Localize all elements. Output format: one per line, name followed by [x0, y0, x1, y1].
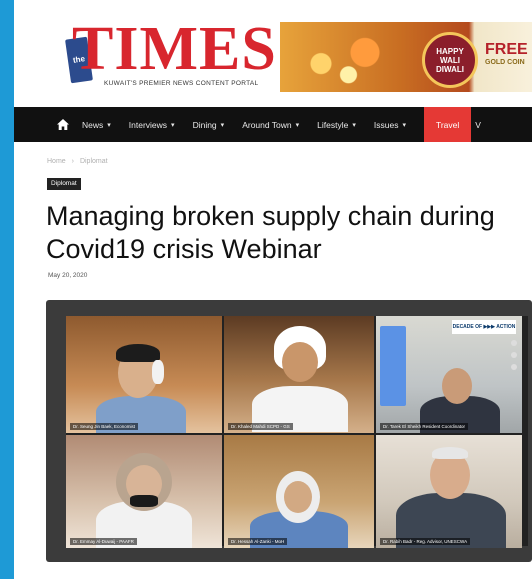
participant-tile: Dr. Hessah Al-Zanki - MoH	[224, 435, 374, 548]
nav-item-label: Travel	[435, 119, 460, 130]
nav-home[interactable]	[52, 119, 74, 130]
page: the TIMES KUWAIT'S PREMIER NEWS CONTENT …	[14, 0, 532, 579]
nav-item-truncated[interactable]: V	[475, 120, 481, 130]
logo-word: TIMES	[72, 15, 277, 83]
site-logo[interactable]: the TIMES KUWAIT'S PREMIER NEWS CONTENT …	[65, 16, 276, 94]
webinar-photo: Dr. Seung Jin Baek, Economist Dr. Khaled…	[46, 300, 532, 562]
nav-item-label: V	[475, 119, 481, 130]
breadcrumb-separator: ›	[71, 158, 74, 165]
nav-item-label: Around Town	[242, 119, 292, 130]
nav-item-label: Issues	[373, 119, 399, 130]
video-grid: Dr. Seung Jin Baek, Economist Dr. Khaled…	[66, 316, 528, 548]
nav-item-around-town[interactable]: Around Town ▾	[242, 120, 299, 130]
face-mask	[130, 495, 158, 507]
nav-item-interviews[interactable]: Interviews ▾	[129, 120, 175, 130]
article-title: Managing broken supply chain during Covi…	[46, 201, 495, 264]
participant-head	[284, 481, 312, 513]
diya-lamps-image	[288, 30, 398, 86]
participant-tile: Dr. Emmay Al-Duwaij - PAAFR	[66, 435, 222, 548]
participant-head	[282, 342, 318, 382]
participant-tile: Dr. Khaled Mahdi SCPD - GS	[224, 316, 374, 433]
meeting-side-controls[interactable]	[511, 340, 519, 370]
participant-name: Dr. Seung Jin Baek, Economist	[70, 423, 139, 430]
nav-item-label: Interviews	[128, 119, 168, 130]
main-nav: News ▾ Interviews ▾ Dining ▾ Around Town…	[14, 107, 532, 142]
participant-hair	[432, 447, 468, 459]
un-flag-image	[380, 326, 406, 406]
home-icon	[57, 119, 69, 130]
chevron-down-icon: ▾	[352, 121, 356, 129]
participant-tile: Dr. Rabih Badr - Reg. Advisor, UNESCWA	[376, 435, 522, 548]
participant-tile: Dr. Seung Jin Baek, Economist	[66, 316, 222, 433]
control-dot-icon[interactable]	[511, 352, 517, 358]
breadcrumb-home[interactable]: Home	[47, 158, 66, 165]
nav-item-news[interactable]: News ▾	[82, 120, 111, 130]
article-date: May 20, 2020	[48, 272, 88, 279]
nav-item-travel[interactable]: Travel	[423, 107, 472, 142]
nav-item-label: Lifestyle	[317, 119, 349, 130]
nav-item-lifestyle[interactable]: Lifestyle ▾	[317, 120, 356, 130]
ad-badge-line1: HAPPY	[436, 46, 464, 56]
control-dot-icon[interactable]	[511, 340, 517, 346]
participant-tile: DECADE OF ▶▶▶ ACTION Dr. Tarek El Sheikh…	[376, 316, 522, 433]
control-dot-icon[interactable]	[511, 364, 517, 370]
ad-offer-text: FREE	[485, 41, 528, 58]
participant-name: Dr. Hessah Al-Zanki - MoH	[228, 538, 288, 545]
category-badge[interactable]: Diplomat	[47, 178, 81, 190]
chevron-down-icon: ▾	[402, 121, 406, 129]
diwali-ad-banner[interactable]: HAPPY WALI DIWALI FREE GOLD COIN	[280, 22, 532, 92]
nav-item-dining[interactable]: Dining ▾	[193, 120, 225, 130]
ad-offer-sub: GOLD COIN	[485, 59, 525, 66]
participant-name: Dr. Tarek El Sheikh Resident Coordinator	[380, 423, 468, 430]
nav-item-issues[interactable]: Issues ▾	[374, 120, 406, 130]
participant-name: Dr. Emmay Al-Duwaij - PAAFR	[70, 538, 137, 545]
logo-tagline: KUWAIT'S PREMIER NEWS CONTENT PORTAL	[104, 80, 259, 87]
chevron-down-icon: ▾	[171, 121, 175, 129]
participant-name: Dr. Khaled Mahdi SCPD - GS	[228, 423, 293, 430]
nav-item-label: Dining	[192, 119, 217, 130]
chevron-down-icon: ▾	[107, 121, 111, 129]
nav-item-label: News	[82, 119, 104, 130]
participant-hair	[116, 344, 160, 362]
participant-head	[442, 368, 472, 404]
ad-badge-line3: DIWALI	[436, 64, 464, 74]
diwali-badge: HAPPY WALI DIWALI	[422, 32, 478, 88]
chevron-down-icon: ▾	[295, 121, 300, 129]
participant-name: Dr. Rabih Badr - Reg. Advisor, UNESCWA	[380, 538, 471, 545]
breadcrumb-current[interactable]: Diplomat	[80, 158, 108, 165]
decade-of-action-banner: DECADE OF ▶▶▶ ACTION	[452, 320, 516, 334]
chevron-down-icon: ▾	[220, 121, 225, 129]
breadcrumb: Home › Diplomat	[47, 158, 108, 165]
ad-offer: FREE GOLD COIN	[485, 42, 532, 67]
ad-badge-line2: WALI	[440, 55, 460, 65]
headset-icon	[152, 360, 164, 384]
